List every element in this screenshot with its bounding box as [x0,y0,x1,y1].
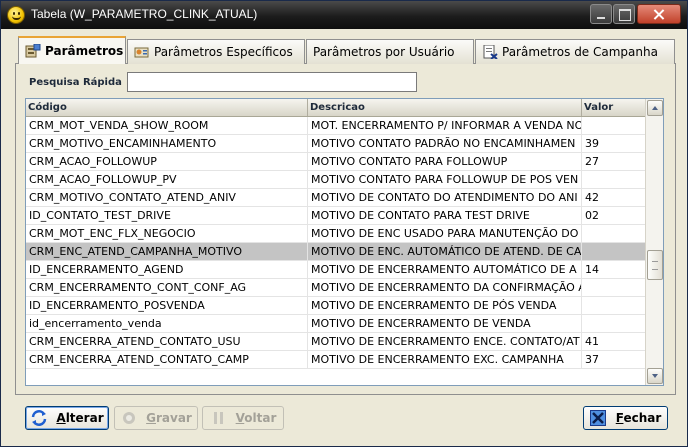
cell-valor[interactable]: 02 [582,207,646,225]
cell-valor[interactable] [582,243,646,261]
cell-valor[interactable] [582,279,646,297]
cell-descricao[interactable]: MOTIVO DE ENCERRAMENTO DE PÓS VENDA [308,297,582,315]
main-window: Tabela (W_PARAMETRO_CLINK_ATUAL) Parâmet… [0,0,688,447]
table-row[interactable]: CRM_ENCERRA_ATEND_CONTATO_CAMP MOTIVO DE … [26,351,646,369]
table-row[interactable]: CRM_MOT_ENC_FLX_NEGOCIO MOTIVO DE ENC USA… [26,225,646,243]
tab-parametros-de-campanha[interactable]: Parâmetros de Campanha [475,39,675,64]
specific-parameters-icon [134,45,150,59]
alterar-label: Alterar [56,411,104,425]
cell-descricao[interactable]: MOTIVO DE ENCERRAMENTO EXC. CAMPANHA [308,351,582,369]
table-row[interactable]: CRM_ENCERRAMENTO_CONT_CONF_AG MOTIVO DE E… [26,279,646,297]
cell-descricao[interactable]: MOTIVO DE ENCERRAMENTO DA CONFIRMAÇÃO A [308,279,582,297]
scroll-thumb[interactable] [647,250,663,280]
search-input[interactable] [127,72,417,92]
cell-valor[interactable]: 39 [582,135,646,153]
gravar-label: Gravar [146,411,192,425]
cell-codigo[interactable]: CRM_ENCERRAMENTO_CONT_CONF_AG [26,279,308,297]
cell-valor[interactable]: 37 [582,351,646,369]
table-row[interactable]: CRM_ACAO_FOLLOWUP MOTIVO CONTATO PARA FOL… [26,153,646,171]
cell-descricao[interactable]: MOT. ENCERRAMENTO P/ INFORMAR A VENDA NO [308,117,582,135]
save-icon [120,410,138,426]
cell-codigo[interactable]: CRM_MOTIVO_ENCAMINHAMENTO [26,135,308,153]
table-row[interactable]: CRM_ENCERRA_ATEND_CONTATO_USU MOTIVO DE E… [26,333,646,351]
cell-codigo[interactable]: CRM_MOT_ENC_FLX_NEGOCIO [26,225,308,243]
cell-descricao[interactable]: MOTIVO CONTATO PARA FOLLOWUP DE POS VEN [308,171,582,189]
maximize-button[interactable] [613,4,635,24]
grid-rows: CRM_MOT_VENDA_SHOW_ROOM MOT. ENCERRAMENTO… [26,117,646,369]
tab-label: Parâmetros por Usuário [313,45,455,59]
cell-codigo[interactable]: CRM_ENC_ATEND_CAMPANHA_MOTIVO [26,243,308,261]
undo-icon [210,410,228,426]
tab-label: Parâmetros de Campanha [502,45,658,59]
title-bar[interactable]: Tabela (W_PARAMETRO_CLINK_ATUAL) [1,1,687,29]
cell-descricao[interactable]: MOTIVO DE CONTATO DO ATENDIMENTO DO ANI [308,189,582,207]
parameters-icon [25,43,41,58]
cell-codigo[interactable]: CRM_MOT_VENDA_SHOW_ROOM [26,117,308,135]
campaign-parameters-icon [482,44,498,60]
voltar-button[interactable]: Voltar [202,406,284,430]
tab-parametros-especificos[interactable]: Parâmetros Específicos [127,39,305,64]
window-title: Tabela (W_PARAMETRO_CLINK_ATUAL) [31,7,258,21]
cell-codigo[interactable]: ID_CONTATO_TEST_DRIVE [26,207,308,225]
fechar-label: Fechar [615,411,662,425]
cell-valor[interactable] [582,297,646,315]
scroll-down-button[interactable] [647,368,663,384]
cell-valor[interactable]: 41 [582,333,646,351]
cell-valor[interactable]: 27 [582,153,646,171]
table-row[interactable]: CRM_ENC_ATEND_CAMPANHA_MOTIVO MOTIVO DE E… [26,243,646,261]
tab-label: Parâmetros Específicos [154,45,293,59]
cell-codigo[interactable]: CRM_ACAO_FOLLOWUP_PV [26,171,308,189]
close-window-button[interactable] [637,4,681,24]
cell-codigo[interactable]: CRM_ENCERRA_ATEND_CONTATO_CAMP [26,351,308,369]
table-row[interactable]: id_encerramento_venda MOTIVO DE ENCERRAME… [26,315,646,333]
search-label: Pesquisa Rápida [29,77,122,88]
cell-codigo[interactable]: CRM_ENCERRA_ATEND_CONTATO_USU [26,333,308,351]
cell-codigo[interactable]: id_encerramento_venda [26,315,308,333]
fechar-button[interactable]: Fechar [583,406,668,430]
cell-descricao[interactable]: MOTIVO DE CONTATO PARA TEST DRIVE [308,207,582,225]
table-row[interactable]: CRM_MOTIVO_CONTATO_ATEND_ANIV MOTIVO DE C… [26,189,646,207]
table-row[interactable]: CRM_ACAO_FOLLOWUP_PV MOTIVO CONTATO PARA … [26,171,646,189]
tab-parametros-por-usuario[interactable]: Parâmetros por Usuário [306,39,474,64]
cell-valor[interactable] [582,225,646,243]
cell-descricao[interactable]: MOTIVO DE ENC USADO PARA MANUTENÇÃO DO [308,225,582,243]
refresh-icon [30,410,48,426]
close-icon [589,410,608,426]
table-row[interactable]: ID_ENCERRAMENTO_AGEND MOTIVO DE ENCERRAME… [26,261,646,279]
cell-descricao[interactable]: MOTIVO DE ENCERRAMENTO ENCE. CONTATO/AT [308,333,582,351]
vertical-scrollbar[interactable] [645,99,663,385]
table-row[interactable]: ID_ENCERRAMENTO_POSVENDA MOTIVO DE ENCERR… [26,297,646,315]
table-row[interactable]: CRM_MOT_VENDA_SHOW_ROOM MOT. ENCERRAMENTO… [26,117,646,135]
cell-valor[interactable] [582,171,646,189]
cell-valor[interactable] [582,117,646,135]
scroll-up-button[interactable] [647,100,663,116]
table-row[interactable]: CRM_MOTIVO_ENCAMINHAMENTO MOTIVO CONTATO … [26,135,646,153]
column-header-descricao[interactable]: Descricao [308,99,582,116]
cell-valor[interactable]: 42 [582,189,646,207]
cell-descricao[interactable]: MOTIVO DE ENC. AUTOMÁTICO DE ATEND. DE C… [308,243,582,261]
cell-descricao[interactable]: MOTIVO DE ENCERRAMENTO AUTOMÁTICO DE A [308,261,582,279]
column-header-codigo[interactable]: Código [26,99,308,116]
smiley-icon [7,6,25,24]
cell-valor[interactable]: 14 [582,261,646,279]
gravar-button[interactable]: Gravar [114,406,198,430]
alterar-button[interactable]: Alterar [25,406,109,430]
grid-header: Código Descricao Valor [26,99,646,117]
parameters-grid: Código Descricao Valor CRM_MOT_VENDA_SHO… [25,98,664,386]
tab-parametros[interactable]: Parâmetros [18,36,126,64]
cell-valor[interactable] [582,315,646,333]
minimize-button[interactable] [590,4,612,24]
cell-codigo[interactable]: CRM_ACAO_FOLLOWUP [26,153,308,171]
cell-codigo[interactable]: ID_ENCERRAMENTO_POSVENDA [26,297,308,315]
cell-codigo[interactable]: CRM_MOTIVO_CONTATO_ATEND_ANIV [26,189,308,207]
cell-descricao[interactable]: MOTIVO CONTATO PADRÃO NO ENCAMINHAMEN [308,135,582,153]
cell-descricao[interactable]: MOTIVO DE ENCERRAMENTO DE VENDA [308,315,582,333]
cell-codigo[interactable]: ID_ENCERRAMENTO_AGEND [26,261,308,279]
cell-descricao[interactable]: MOTIVO CONTATO PARA FOLLOWUP [308,153,582,171]
tab-label: Parâmetros [45,44,124,58]
voltar-label: Voltar [235,411,277,425]
column-header-valor[interactable]: Valor [582,99,646,116]
table-row[interactable]: ID_CONTATO_TEST_DRIVE MOTIVO DE CONTATO P… [26,207,646,225]
